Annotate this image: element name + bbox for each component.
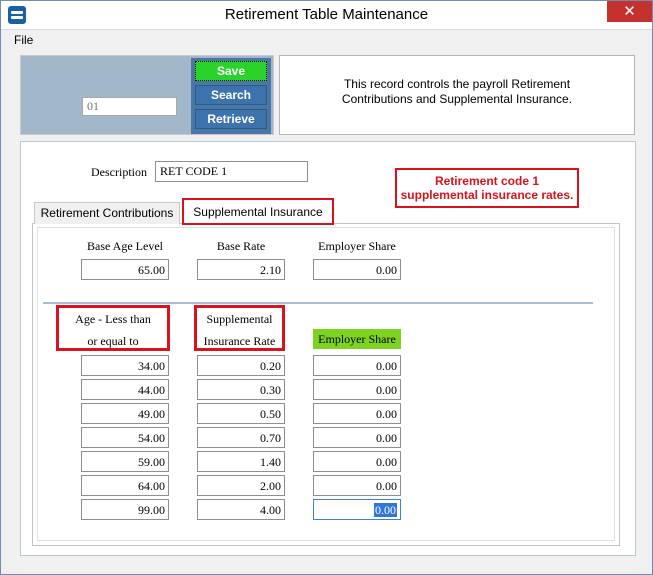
base-age-label: Base Age Level [87, 239, 163, 253]
row-4-age[interactable]: 54.00 [81, 427, 169, 448]
menu-bar: File [1, 30, 652, 50]
row-4-rate[interactable]: 0.70 [197, 427, 285, 448]
age-header: Age - Less than or equal to [56, 305, 170, 351]
rate-header-line-2: Insurance Rate [203, 334, 276, 348]
annotation-line-1: Retirement code 1 [434, 174, 540, 188]
base-rate-input[interactable]: 2.10 [197, 259, 285, 280]
row-6-share[interactable]: 0.00 [313, 475, 401, 496]
base-employer-share-input[interactable]: 0.00 [313, 259, 401, 280]
row-7-share-selected-text: 0.00 [374, 503, 397, 517]
tab-supplemental-insurance[interactable]: Supplemental Insurance [182, 198, 334, 225]
window-title: Retirement Table Maintenance [224, 6, 429, 23]
row-7-rate[interactable]: 4.00 [197, 499, 285, 520]
rate-header: Supplemental Insurance Rate [194, 305, 285, 351]
row-6-age[interactable]: 64.00 [81, 475, 169, 496]
row-4-share[interactable]: 0.00 [313, 427, 401, 448]
age-header-line-2: or equal to [87, 334, 139, 348]
row-5-age[interactable]: 59.00 [81, 451, 169, 472]
row-3-age[interactable]: 49.00 [81, 403, 169, 424]
row-5-share[interactable]: 0.00 [313, 451, 401, 472]
close-button[interactable]: ✕ [607, 1, 652, 22]
retrieve-button[interactable]: Retrieve [195, 109, 267, 129]
info-line-1: This record controls the payroll Retirem… [343, 77, 571, 91]
row-2-share[interactable]: 0.00 [313, 379, 401, 400]
base-rate-label: Base Rate [216, 239, 266, 253]
employer-share-header: Employer Share [313, 329, 401, 349]
row-2-rate[interactable]: 0.30 [197, 379, 285, 400]
tab-retirement-contributions[interactable]: Retirement Contributions [34, 202, 180, 224]
rate-header-line-1: Supplemental [206, 312, 273, 326]
row-7-age[interactable]: 99.00 [81, 499, 169, 520]
base-employer-share-label: Employer Share [318, 239, 396, 253]
base-age-input[interactable]: 65.00 [81, 259, 169, 280]
row-5-rate[interactable]: 1.40 [197, 451, 285, 472]
record-panel: Save Search Retrieve [20, 55, 274, 135]
row-2-age[interactable]: 44.00 [81, 379, 169, 400]
row-3-share[interactable]: 0.00 [313, 403, 401, 424]
app-window: Retirement Table Maintenance ✕ File Save… [0, 0, 653, 575]
section-divider [43, 302, 593, 304]
info-line-2: Contributions and Supplemental Insurance… [341, 92, 573, 106]
description-label: Description [91, 165, 147, 179]
description-input[interactable]: RET CODE 1 [155, 161, 308, 182]
row-6-rate[interactable]: 2.00 [197, 475, 285, 496]
info-panel: This record controls the payroll Retirem… [279, 55, 635, 135]
row-7-share[interactable]: 0.00 [313, 499, 401, 520]
title-bar: Retirement Table Maintenance ✕ [1, 1, 652, 30]
annotation-line-2: supplemental insurance rates. [400, 188, 574, 202]
record-code-input[interactable] [82, 97, 177, 116]
row-1-age[interactable]: 34.00 [81, 355, 169, 376]
annotation-callout: Retirement code 1 supplemental insurance… [395, 168, 579, 208]
toolbar-button-group: Save Search Retrieve [191, 58, 271, 134]
save-button[interactable]: Save [195, 61, 267, 81]
row-1-share[interactable]: 0.00 [313, 355, 401, 376]
row-3-rate[interactable]: 0.50 [197, 403, 285, 424]
age-header-line-1: Age - Less than [75, 312, 151, 326]
row-1-rate[interactable]: 0.20 [197, 355, 285, 376]
menu-file[interactable]: File [14, 33, 33, 47]
search-button[interactable]: Search [195, 85, 267, 105]
